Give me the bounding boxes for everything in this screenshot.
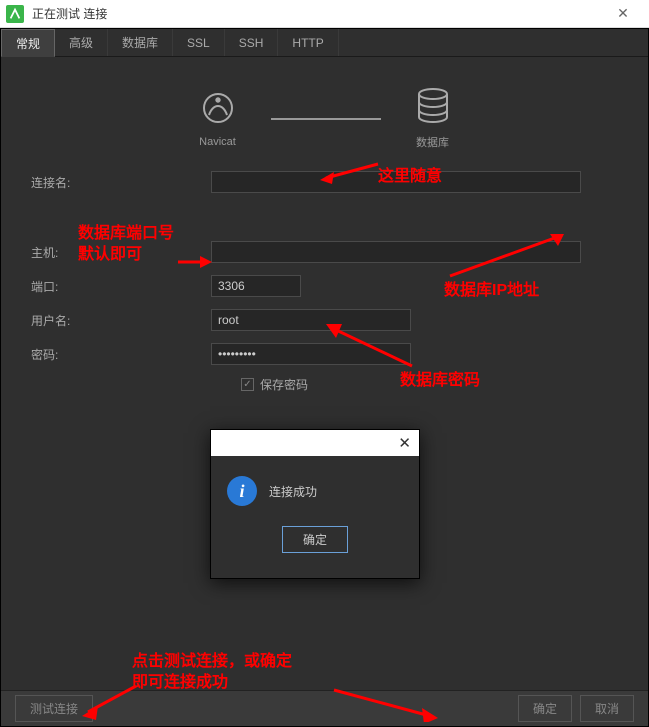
test-connection-button[interactable]: 测试连接	[15, 695, 93, 722]
popup-message: 连接成功	[269, 483, 317, 500]
dialog-body: 常规 高级 数据库 SSL SSH HTTP Navicat	[0, 28, 649, 727]
port-label: 端口:	[31, 278, 211, 295]
tab-advanced[interactable]: 高级	[55, 29, 108, 56]
tab-ssh[interactable]: SSH	[225, 29, 279, 56]
save-password-label: 保存密码	[260, 376, 308, 393]
save-password-checkbox[interactable]: ✓	[241, 378, 254, 391]
database-icon	[413, 87, 453, 128]
titlebar: 正在测试 连接 ✕	[0, 0, 649, 28]
info-icon: i	[227, 476, 257, 506]
popup-close-button[interactable]: ✕	[398, 434, 411, 452]
diagram-right-label: 数据库	[416, 134, 449, 150]
password-label: 密码:	[31, 346, 211, 363]
host-input[interactable]	[211, 241, 581, 263]
app-icon	[6, 5, 24, 23]
window-title: 正在测试 连接	[32, 5, 107, 22]
username-input[interactable]	[211, 309, 411, 331]
save-password-row: ✓ 保存密码	[241, 376, 618, 393]
username-label: 用户名:	[31, 312, 211, 329]
navicat-icon	[197, 89, 239, 130]
host-label: 主机:	[31, 244, 211, 261]
tab-database[interactable]: 数据库	[108, 29, 173, 56]
connection-name-input[interactable]	[211, 171, 581, 193]
connection-name-label: 连接名:	[31, 174, 211, 191]
diagram-line	[271, 118, 381, 120]
ok-button[interactable]: 确定	[518, 695, 572, 722]
popup-titlebar: ✕	[211, 430, 419, 456]
message-popup: ✕ i 连接成功 确定	[210, 429, 420, 579]
connection-diagram: Navicat 数据库	[1, 57, 648, 160]
tab-http[interactable]: HTTP	[278, 29, 338, 56]
cancel-button[interactable]: 取消	[580, 695, 634, 722]
tab-strip: 常规 高级 数据库 SSL SSH HTTP	[1, 29, 648, 57]
bottom-bar: 测试连接 确定 取消	[1, 690, 648, 726]
popup-ok-button[interactable]: 确定	[282, 526, 348, 553]
form: 连接名: 主机: 端口: 用户名: 密码:	[1, 160, 648, 393]
tab-ssl[interactable]: SSL	[173, 29, 225, 56]
tab-general[interactable]: 常规	[1, 29, 55, 57]
port-input[interactable]	[211, 275, 301, 297]
diagram-left-label: Navicat	[199, 136, 236, 148]
password-input[interactable]	[211, 343, 411, 365]
window-close-button[interactable]: ✕	[603, 0, 643, 28]
